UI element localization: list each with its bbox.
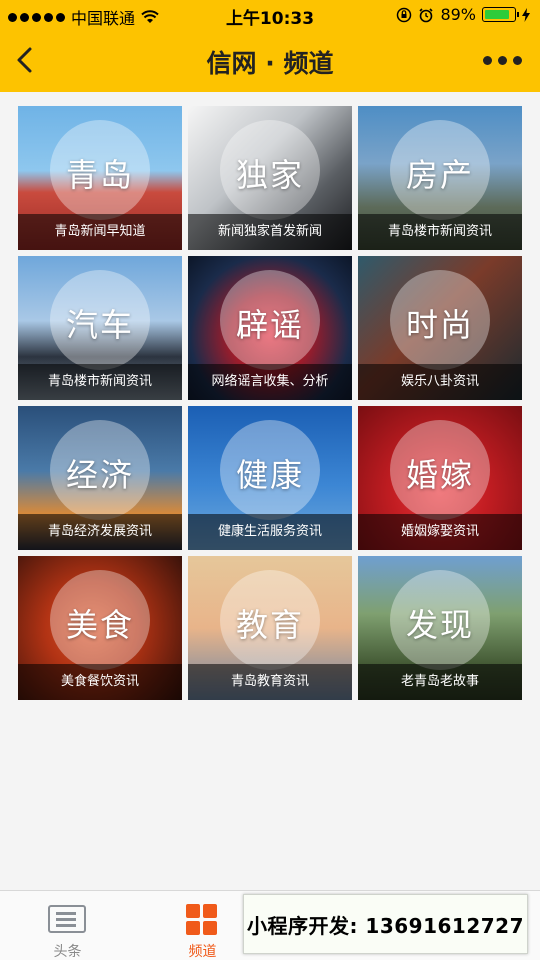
channel-caption: 婚姻嫁娶资讯	[358, 514, 522, 550]
navigation-bar: 信网 · 频道	[0, 30, 540, 92]
channel-caption: 青岛楼市新闻资讯	[358, 214, 522, 250]
channel-title: 时尚	[405, 306, 474, 344]
charging-bolt-icon	[522, 7, 530, 22]
more-dots-icon[interactable]	[483, 56, 522, 65]
alarm-icon	[419, 7, 434, 22]
channel-caption: 青岛教育资讯	[188, 664, 352, 700]
status-bar: 中国联通 上午10:33 89%	[0, 0, 540, 30]
channel-tile-fangchan[interactable]: 房产 青岛楼市新闻资讯	[358, 106, 522, 250]
channel-title: 汽车	[65, 306, 134, 344]
channel-tile-jingji[interactable]: 经济 青岛经济发展资讯	[18, 406, 182, 550]
channel-caption: 美食餐饮资讯	[18, 664, 182, 700]
channel-tile-faxian[interactable]: 发现 老青岛老故事	[358, 556, 522, 700]
grid-icon	[186, 904, 218, 936]
channel-caption: 网络谣言收集、分析	[188, 364, 352, 400]
tab-headlines[interactable]: 头条	[0, 891, 135, 960]
channel-title: 婚嫁	[405, 456, 474, 494]
channel-caption: 健康生活服务资讯	[188, 514, 352, 550]
rotation-lock-icon	[397, 7, 412, 22]
promo-banner: 小程序开发: 13691612727	[243, 894, 528, 954]
status-right: 89%	[396, 5, 530, 24]
channel-caption: 青岛楼市新闻资讯	[18, 364, 182, 400]
channel-title: 教育	[235, 606, 304, 644]
promo-text: 小程序开发: 13691612727	[246, 913, 525, 938]
channel-caption: 娱乐八卦资讯	[358, 364, 522, 400]
channel-caption: 老青岛老故事	[358, 664, 522, 700]
page-title: 信网 · 频道	[206, 49, 334, 78]
channel-tile-qiche[interactable]: 汽车 青岛楼市新闻资讯	[18, 256, 182, 400]
battery-percent: 89%	[440, 5, 476, 24]
channel-title: 发现	[405, 606, 474, 644]
battery-icon	[482, 7, 519, 22]
channel-title: 经济	[65, 456, 134, 494]
channel-grid: 青岛 青岛新闻早知道 独家 新闻独家首发新闻 房产 青岛楼市新闻资讯 汽车 青岛…	[18, 106, 524, 700]
channel-title: 美食	[65, 606, 134, 644]
channel-tile-hunjia[interactable]: 婚嫁 婚姻嫁娶资讯	[358, 406, 522, 550]
channel-caption: 青岛经济发展资讯	[18, 514, 182, 550]
channel-title: 辟谣	[235, 306, 304, 344]
channel-title: 健康	[235, 456, 304, 494]
channel-title: 独家	[235, 156, 304, 194]
channel-title: 房产	[405, 156, 474, 194]
list-icon	[48, 905, 86, 933]
channel-tile-shishang[interactable]: 时尚 娱乐八卦资讯	[358, 256, 522, 400]
channel-tile-dujia[interactable]: 独家 新闻独家首发新闻	[188, 106, 352, 250]
channel-tile-piyao[interactable]: 辟谣 网络谣言收集、分析	[188, 256, 352, 400]
channel-title: 青岛	[65, 156, 134, 194]
channel-caption: 青岛新闻早知道	[18, 214, 182, 250]
channel-tile-qingdao[interactable]: 青岛 青岛新闻早知道	[18, 106, 182, 250]
tab-label: 头条	[53, 944, 82, 960]
channel-tile-jiaoyu[interactable]: 教育 青岛教育资讯	[188, 556, 352, 700]
channel-tile-meishi[interactable]: 美食 美食餐饮资讯	[18, 556, 182, 700]
channel-caption: 新闻独家首发新闻	[188, 214, 352, 250]
channel-tile-jiankang[interactable]: 健康 健康生活服务资讯	[188, 406, 352, 550]
